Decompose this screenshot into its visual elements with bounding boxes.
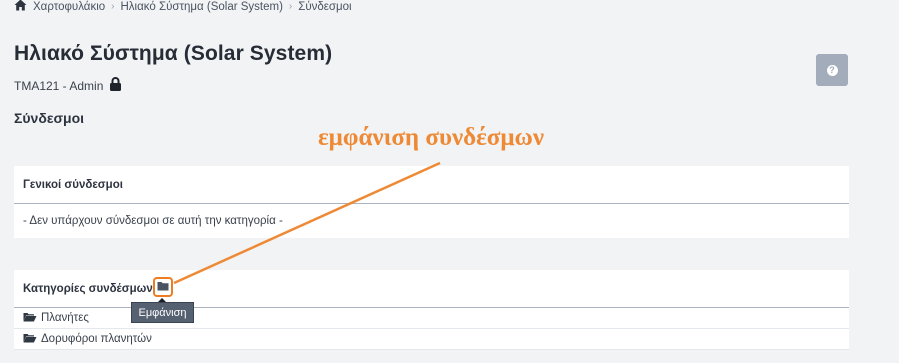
page-title: Ηλιακό Σύστημα (Solar System): [14, 42, 333, 65]
breadcrumb: Χαρτοφυλάκιο › Ηλιακό Σύστημα (Solar Sys…: [14, 0, 352, 14]
folder-open-icon: [23, 333, 37, 346]
course-subtitle: TMA121 - Admin: [14, 77, 122, 94]
home-icon[interactable]: [14, 0, 27, 15]
section-heading: Σύνδεσμοι: [14, 110, 85, 126]
annotation-label: εμφάνιση συνδέσμων: [318, 124, 544, 151]
help-button[interactable]: ?: [816, 54, 848, 86]
breadcrumb-item-current: Σύνδεσμοι: [298, 1, 352, 13]
category-item-satellites[interactable]: Δορυφόροι πλανητών: [14, 329, 849, 350]
category-label: Πλανήτες: [41, 312, 89, 324]
show-categories-button[interactable]: [153, 277, 173, 297]
folder-icon: [157, 278, 169, 296]
chevron-right-icon: ›: [288, 1, 293, 12]
general-links-card: Γενικοί σύνδεσμοι - Δεν υπάρχουν σύνδεσμ…: [14, 166, 849, 238]
general-links-header: Γενικοί σύνδεσμοι: [14, 166, 849, 204]
breadcrumb-item-portfolio[interactable]: Χαρτοφυλάκιο: [33, 0, 105, 14]
help-icon: ?: [826, 64, 838, 76]
course-code: TMA121 - Admin: [14, 78, 104, 93]
empty-message: - Δεν υπάρχουν σύνδεσμοι σε αυτή την κατ…: [23, 215, 283, 227]
lock-icon: [109, 77, 122, 94]
folder-open-icon: [23, 312, 37, 325]
breadcrumb-item-course[interactable]: Ηλιακό Σύστημα (Solar System): [121, 0, 283, 14]
tooltip: Εμφάνιση: [131, 302, 194, 323]
category-label: Δορυφόροι πλανητών: [41, 333, 152, 345]
chevron-right-icon: ›: [111, 1, 115, 12]
